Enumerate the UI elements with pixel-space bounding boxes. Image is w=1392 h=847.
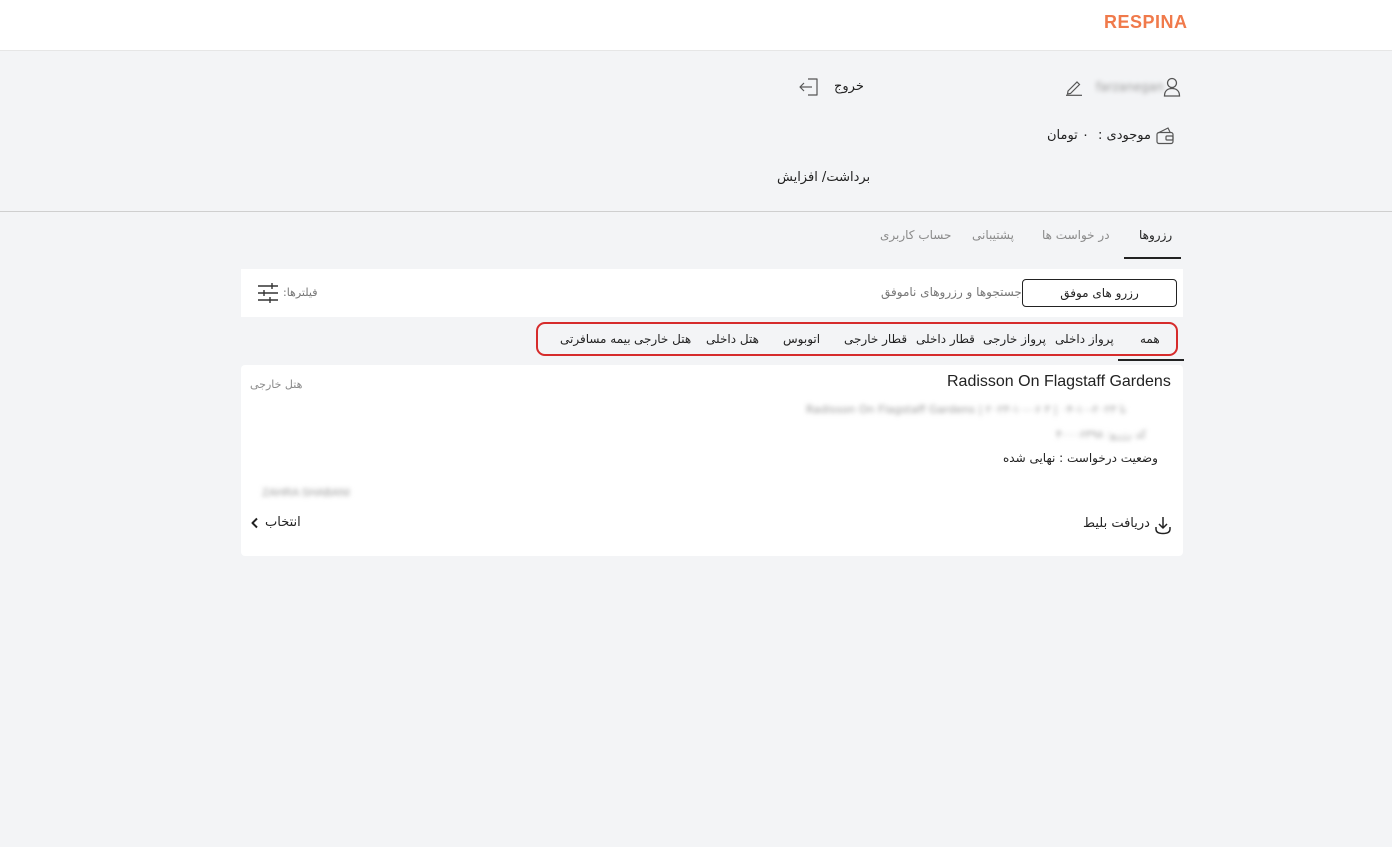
category-all[interactable]: همه (1140, 332, 1160, 346)
category-travel-insurance[interactable]: بیمه مسافرتی (560, 332, 631, 346)
request-status: وضعیت درخواست : نهایی شده (1003, 451, 1158, 465)
reservation-details: Radisson On Flagstaff Gardens | ۲۰۲۳-۱۰-… (806, 403, 1127, 416)
category-bus[interactable]: اتوبوس (783, 332, 820, 346)
chevron-left-icon[interactable] (249, 517, 261, 529)
download-icon[interactable] (1154, 515, 1172, 535)
category-international-flight[interactable]: پرواز خارجی (983, 332, 1046, 346)
reservation-type: هتل خارجی (250, 378, 303, 391)
tab-account[interactable]: حساب کاربری (880, 228, 951, 242)
tab-requests[interactable]: در خواست ها (1042, 228, 1110, 242)
category-domestic-hotel[interactable]: هتل داخلی (706, 332, 759, 346)
logo[interactable]: RESPINA (1104, 12, 1188, 33)
tab-reservations[interactable]: رزروها (1139, 228, 1172, 242)
profile-section (0, 51, 1392, 212)
withdraw-deposit-link[interactable]: برداشت/ افزایش (777, 170, 870, 185)
filters-icon[interactable] (256, 282, 280, 304)
active-category-indicator (1118, 359, 1184, 361)
logout-icon[interactable] (798, 77, 820, 97)
balance-label: موجودی : (1098, 128, 1151, 143)
username: farzanegan (1096, 80, 1164, 94)
successful-reservations-button[interactable]: رزرو های موفق (1022, 279, 1177, 307)
category-domestic-train[interactable]: قطار داخلی (916, 332, 975, 346)
hotel-name: Radisson On Flagstaff Gardens (947, 373, 1171, 390)
logout-label[interactable]: خروج (834, 79, 864, 94)
wallet-icon (1156, 127, 1174, 145)
passenger-name: ZAHRA SHABANI (262, 487, 351, 499)
top-bar: RESPINA (0, 0, 1392, 51)
select-button[interactable]: انتخاب (265, 515, 301, 530)
get-ticket-button[interactable]: دریافت بلیط (1083, 516, 1150, 531)
active-tab-indicator (1124, 257, 1181, 259)
failed-reservations-link[interactable]: جستجوها و رزروهای ناموفق (881, 285, 1022, 299)
category-international-hotel[interactable]: هتل خارجی (634, 332, 691, 346)
user-icon (1163, 77, 1181, 97)
edit-icon[interactable] (1065, 78, 1083, 96)
balance-value: ۰ تومان (1047, 128, 1089, 143)
category-international-train[interactable]: قطار خارجی (844, 332, 907, 346)
tab-support[interactable]: پشتیبانی (972, 228, 1014, 242)
category-domestic-flight[interactable]: پرواز داخلی (1055, 332, 1114, 346)
filters-label: فیلترها: (283, 286, 318, 299)
reservation-code: کد رزرو: ۴۰۰۰۶۳۹۸ (1056, 428, 1147, 441)
